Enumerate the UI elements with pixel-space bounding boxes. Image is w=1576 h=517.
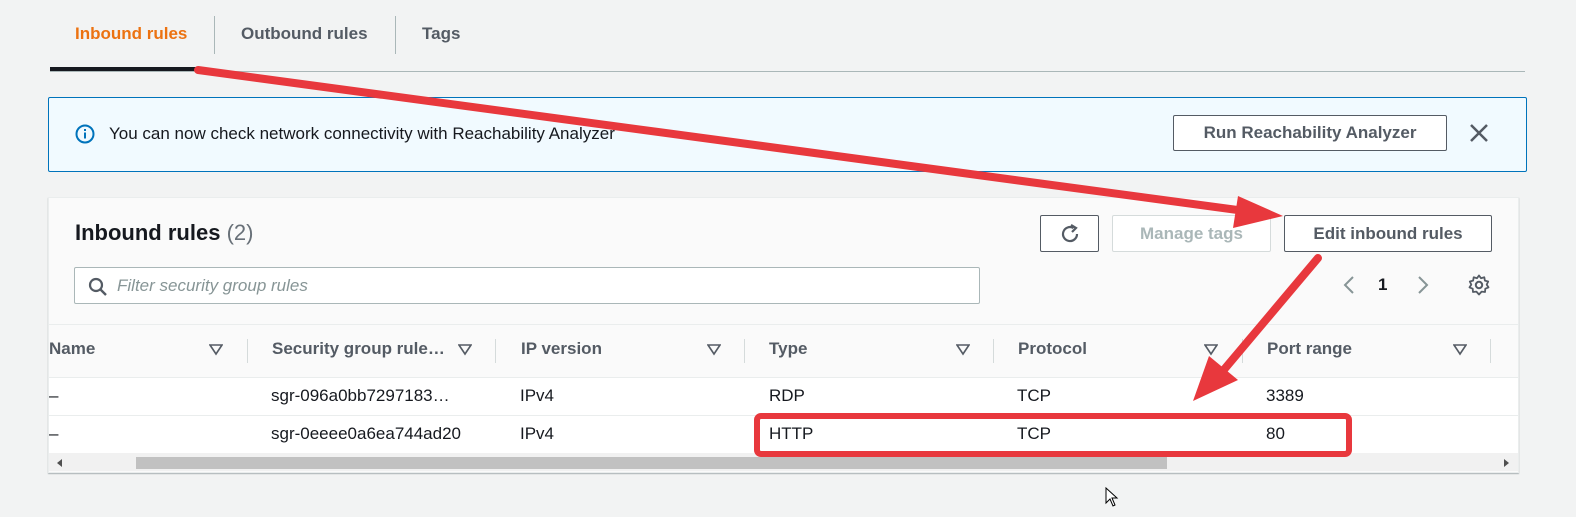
panel-title: Inbound rules (2) — [75, 220, 253, 246]
cell-protocol: TCP — [1017, 424, 1051, 443]
sort-icon[interactable] — [956, 344, 970, 356]
tab-divider — [395, 16, 396, 54]
refresh-button[interactable] — [1040, 215, 1099, 252]
column-divider — [744, 339, 745, 363]
sort-icon[interactable] — [209, 344, 223, 356]
cell-rule-id: sgr-0eeee0a6ea744ad20 — [271, 424, 462, 443]
cell-protocol: TCP — [1017, 386, 1051, 405]
table-row[interactable]: – sgr-0eeee0a6ea744ad20 IPv4 HTTP TCP 80 — [49, 416, 1518, 454]
tab-divider — [214, 16, 215, 54]
sort-icon[interactable] — [707, 344, 721, 356]
sort-icon[interactable] — [1204, 344, 1218, 356]
run-reachability-analyzer-button[interactable]: Run Reachability Analyzer — [1173, 115, 1447, 151]
column-divider — [1242, 339, 1243, 363]
chevron-right-icon[interactable] — [1413, 274, 1433, 296]
cell-name: – — [49, 424, 59, 443]
page-number[interactable]: 1 — [1378, 275, 1387, 295]
tab-outbound-rules[interactable]: Outbound rules — [241, 16, 368, 54]
mouse-cursor-icon — [1105, 487, 1119, 507]
tab-bar: Inbound rules Outbound rules Tags — [50, 0, 1525, 72]
chevron-left-icon[interactable] — [1339, 274, 1359, 296]
table-row[interactable]: – sgr-096a0bb7297183… IPv4 RDP TCP 3389 — [49, 378, 1518, 416]
column-header-protocol[interactable]: Protocol — [1018, 339, 1087, 359]
tab-tags[interactable]: Tags — [422, 16, 460, 54]
cell-port-range: 80 — [1266, 424, 1285, 443]
close-icon[interactable] — [1468, 122, 1490, 144]
cell-type: RDP — [769, 386, 805, 405]
column-divider — [993, 339, 994, 363]
sort-icon[interactable] — [1453, 344, 1467, 356]
edit-inbound-rules-button[interactable]: Edit inbound rules — [1284, 215, 1492, 252]
panel-title-text: Inbound rules — [75, 220, 221, 245]
column-divider — [1490, 339, 1491, 363]
cell-port-range: 3389 — [1266, 386, 1304, 405]
filter-input[interactable] — [117, 268, 967, 303]
column-header-rule-id[interactable]: Security group rule… — [272, 339, 445, 359]
column-header-type[interactable]: Type — [769, 339, 807, 359]
gear-icon[interactable] — [1468, 274, 1490, 296]
rules-table: Name Security group rule… IP version Typ… — [49, 324, 1518, 458]
cell-type: HTTP — [769, 424, 814, 443]
sort-icon[interactable] — [458, 344, 472, 356]
banner-message: You can now check network connectivity w… — [109, 124, 615, 143]
column-divider — [247, 339, 248, 363]
active-tab-indicator — [50, 67, 200, 71]
scrollbar-thumb[interactable] — [136, 457, 1167, 469]
cell-ip-version: IPv4 — [520, 386, 555, 405]
rule-count: (2) — [226, 220, 254, 245]
search-icon — [88, 277, 107, 296]
column-divider — [495, 339, 496, 363]
column-header-ip-version[interactable]: IP version — [521, 339, 602, 359]
scroll-left-icon[interactable] — [55, 458, 65, 468]
horizontal-scrollbar[interactable] — [49, 453, 1518, 471]
cell-name: – — [49, 386, 59, 405]
manage-tags-button[interactable]: Manage tags — [1112, 215, 1271, 252]
table-header: Name Security group rule… IP version Typ… — [49, 325, 1518, 378]
scroll-right-icon[interactable] — [1501, 458, 1511, 468]
search-box — [74, 267, 980, 304]
column-header-name[interactable]: Name — [49, 339, 95, 359]
cell-ip-version: IPv4 — [520, 424, 555, 443]
refresh-icon — [1061, 223, 1078, 242]
info-icon — [75, 124, 95, 144]
column-header-port-range[interactable]: Port range — [1267, 339, 1352, 359]
tab-inbound-rules[interactable]: Inbound rules — [75, 16, 187, 54]
cell-rule-id: sgr-096a0bb7297183… — [271, 386, 450, 405]
